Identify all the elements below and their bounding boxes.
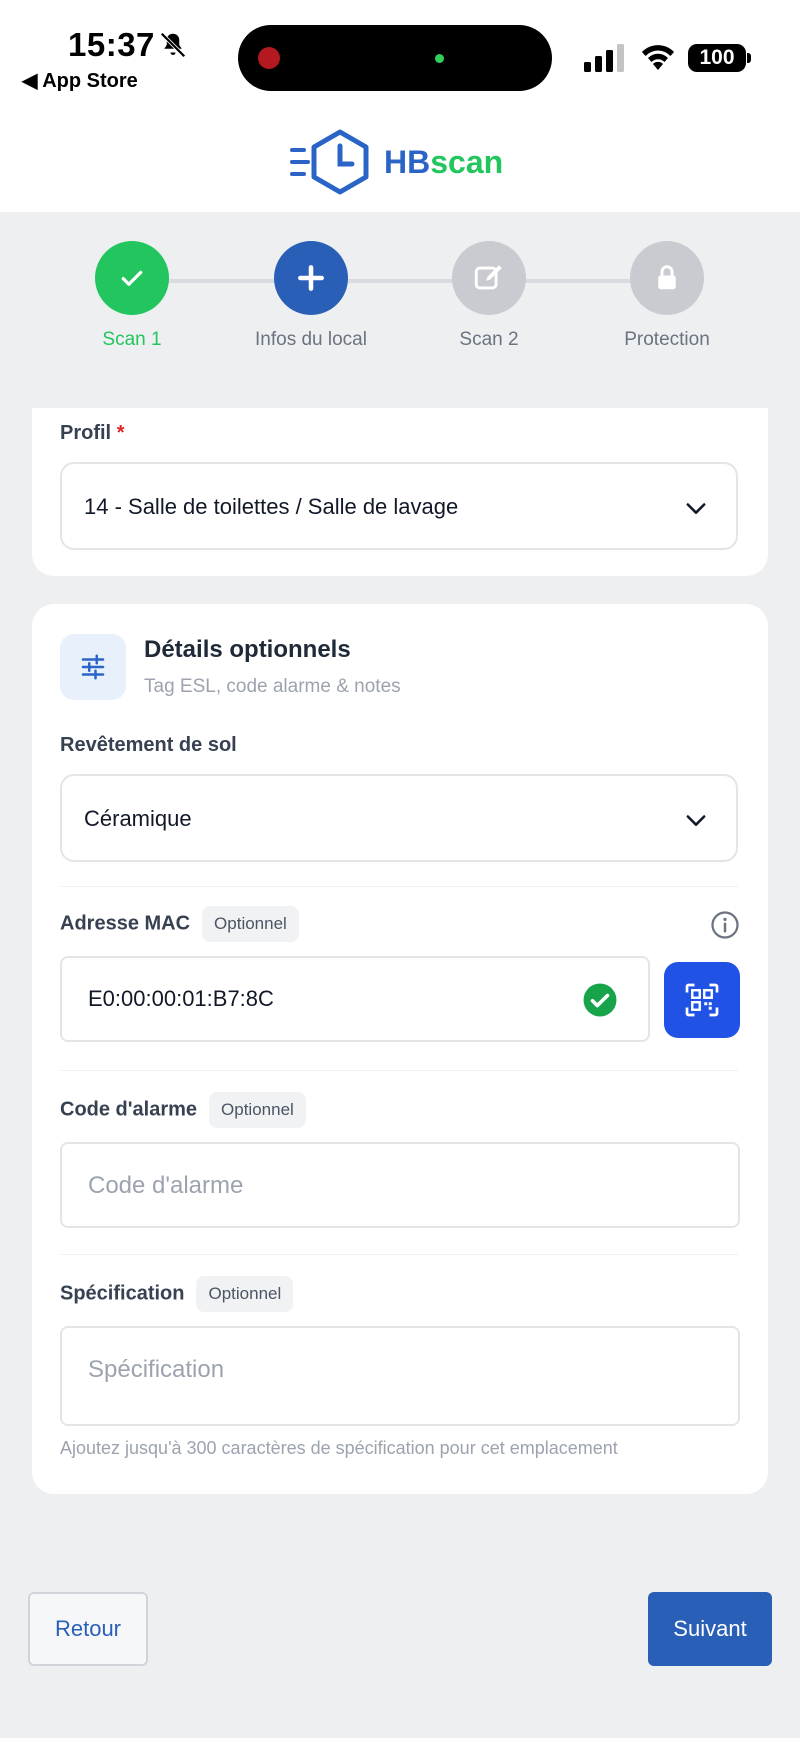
logo-hb: HB — [384, 143, 431, 180]
flooring-label: Revêtement de sol — [60, 734, 237, 756]
recording-indicator — [258, 47, 280, 69]
divider — [60, 1254, 738, 1255]
dynamic-island — [238, 25, 552, 91]
battery-tip — [747, 53, 751, 63]
step-label: Protection — [624, 329, 710, 350]
step-circle — [95, 241, 169, 315]
alarm-code-placeholder: Code d'alarme — [88, 1172, 244, 1199]
optional-details-card: Détails optionnels Tag ESL, code alarme … — [32, 604, 768, 1494]
scan-qr-button[interactable] — [664, 962, 740, 1038]
app-logo: HBscan — [290, 128, 503, 196]
check-icon — [121, 270, 143, 286]
required-mark: * — [116, 422, 125, 444]
logo-text: HBscan — [384, 144, 503, 181]
alarm-label: Code d'alarme Optionnel — [60, 1092, 306, 1128]
profile-select[interactable]: 14 - Salle de toilettes / Salle de lavag… — [60, 462, 738, 550]
optional-badge: Optionnel — [196, 1276, 294, 1312]
optional-badge: Optionnel — [209, 1092, 306, 1128]
step-protection[interactable]: Protection — [577, 241, 757, 351]
mac-label: Adresse MAC Optionnel — [60, 906, 299, 942]
profile-label-text: Profil — [60, 422, 112, 444]
battery-indicator: 100 — [688, 44, 746, 72]
step-label: Scan 2 — [459, 329, 519, 350]
signal-icon — [584, 44, 624, 72]
mac-label-text: Adresse MAC — [60, 912, 191, 935]
step-circle — [452, 241, 526, 315]
camera-indicator — [435, 54, 444, 63]
details-subtitle: Tag ESL, code alarme & notes — [144, 676, 401, 697]
back-to-app-store[interactable]: ◀ App Store — [22, 68, 138, 93]
divider — [60, 886, 738, 887]
plus-icon — [298, 265, 324, 291]
wifi-icon — [642, 45, 674, 70]
details-title: Détails optionnels — [144, 636, 351, 663]
spec-label-text: Spécification — [60, 1282, 185, 1305]
flooring-select[interactable]: Céramique — [60, 774, 738, 862]
info-icon[interactable] — [710, 910, 740, 940]
step-scan-2[interactable]: Scan 2 — [399, 241, 579, 351]
specification-helper-text: Ajoutez jusqu'à 300 caractères de spécif… — [60, 1438, 618, 1458]
lock-icon — [658, 265, 676, 290]
alarm-code-input[interactable]: Code d'alarme — [60, 1142, 740, 1228]
step-circle — [630, 241, 704, 315]
step-scan-1[interactable]: Scan 1 — [42, 241, 222, 351]
profile-label: Profil * — [60, 422, 124, 445]
chevron-down-icon — [686, 503, 706, 514]
divider — [60, 1070, 738, 1071]
specification-textarea[interactable]: Spécification — [60, 1326, 740, 1426]
bell-muted-icon — [160, 32, 186, 58]
mac-address-input[interactable]: E0:00:00:01:B7:8C — [60, 956, 650, 1042]
step-label: Scan 1 — [102, 329, 162, 350]
progress-stepper: Scan 1 Infos du local Scan 2 Protection — [0, 212, 800, 362]
logo-scan: scan — [430, 143, 504, 180]
specification-placeholder: Spécification — [88, 1356, 225, 1383]
alarm-label-text: Code d'alarme — [60, 1098, 198, 1121]
spec-label: Spécification Optionnel — [60, 1276, 294, 1312]
status-time: 15:37 — [68, 26, 155, 63]
sliders-icon — [60, 634, 126, 700]
profile-select-value: 14 - Salle de toilettes / Salle de lavag… — [84, 494, 459, 519]
mac-address-value: E0:00:00:01:B7:8C — [88, 986, 274, 1011]
step-infos-du-local[interactable]: Infos du local — [221, 241, 401, 351]
chevron-down-icon — [686, 815, 706, 826]
flooring-select-value: Céramique — [84, 806, 192, 831]
edit-icon — [474, 265, 502, 290]
profile-card: Profil * 14 - Salle de toilettes / Salle… — [32, 408, 768, 576]
qr-code-icon — [685, 983, 719, 1017]
optional-badge: Optionnel — [202, 906, 299, 942]
next-button[interactable]: Suivant — [648, 1592, 772, 1666]
step-label: Infos du local — [255, 329, 367, 350]
back-button[interactable]: Retour — [28, 1592, 148, 1666]
step-circle — [274, 241, 348, 315]
check-circle-icon — [583, 983, 617, 1017]
logo-icon — [290, 129, 369, 195]
